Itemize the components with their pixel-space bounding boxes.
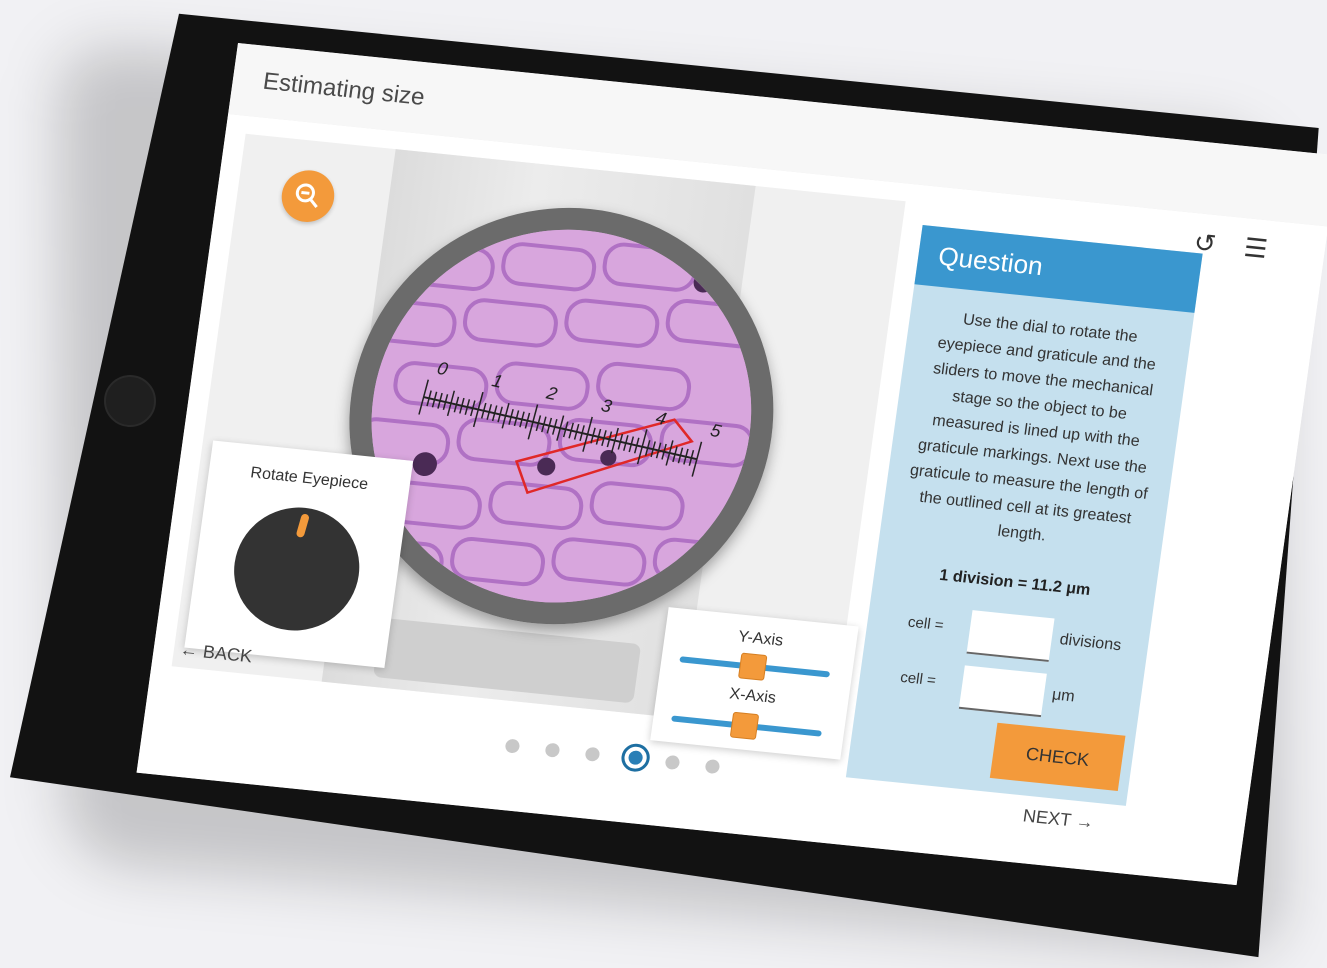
graticule: 0 1 2 3 4 5 [418, 358, 724, 477]
graticule-label: 3 [599, 395, 614, 417]
question-panel: Question Use the dial to rotate the eyep… [845, 225, 1203, 806]
page-dot-4[interactable] [619, 742, 652, 773]
zoom-out-icon [295, 183, 318, 208]
divisions-unit: divisions [1058, 631, 1123, 655]
graticule-label: 5 [708, 420, 724, 442]
home-button [104, 375, 156, 427]
y-axis-thumb[interactable] [737, 652, 768, 681]
graticule-label: 0 [435, 358, 450, 380]
rotate-dial[interactable] [226, 501, 368, 637]
x-axis-label: X-Axis [728, 685, 777, 707]
zoom-out-button[interactable] [278, 167, 338, 225]
check-button[interactable]: CHECK [989, 722, 1126, 792]
cell-um-input[interactable] [958, 665, 1047, 718]
x-axis-slider[interactable] [671, 711, 822, 740]
next-button[interactable]: NEXT → [1022, 805, 1095, 833]
x-axis-thumb[interactable] [729, 711, 760, 740]
y-axis-slider[interactable] [679, 652, 831, 681]
cell-label: cell = [899, 668, 937, 690]
page-dot-3[interactable] [584, 746, 601, 762]
page-dot-6[interactable] [704, 758, 721, 775]
page-dot-1[interactable] [504, 738, 521, 754]
screen-wrap: Estimating size 0 1 2 3 4 5 Rotate Eyepi… [136, 43, 1327, 886]
um-unit: μm [1050, 686, 1076, 706]
graticule-label: 1 [490, 370, 505, 392]
rotate-eyepiece-card: Rotate Eyepiece [184, 440, 414, 668]
app-screen: Estimating size 0 1 2 3 4 5 Rotate Eyepi… [136, 43, 1327, 886]
dial-indicator [295, 513, 310, 539]
page-dot-5[interactable] [664, 754, 681, 771]
page-dot-2[interactable] [544, 742, 561, 758]
cell-label: cell = [906, 613, 945, 635]
stage-sliders-card: Y-Axis X-Axis [650, 607, 859, 760]
question-title: Question [936, 240, 1045, 282]
main-content: 0 1 2 3 4 5 Rotate Eyepiece Y-Axis X-Axis ← B… [136, 113, 1327, 886]
question-text: Use the dial to rotate the eyepiece and … [908, 311, 1157, 545]
cell-divisions-input[interactable] [966, 610, 1055, 662]
graticule-label: 2 [543, 382, 559, 404]
page-title: Estimating size [261, 67, 427, 111]
y-axis-label: Y-Axis [737, 628, 785, 650]
division-info: 1 division = 11.2 μm [938, 566, 1092, 600]
microscope-stage: 0 1 2 3 4 5 Rotate Eyepiece Y-Axis X-Axis [171, 133, 906, 760]
graticule-label: 4 [654, 408, 669, 430]
microscope-view[interactable]: 0 1 2 3 4 5 [347, 211, 776, 621]
menu-icon[interactable]: ☰ [1242, 232, 1269, 265]
dial-label: Rotate Eyepiece [249, 464, 370, 494]
